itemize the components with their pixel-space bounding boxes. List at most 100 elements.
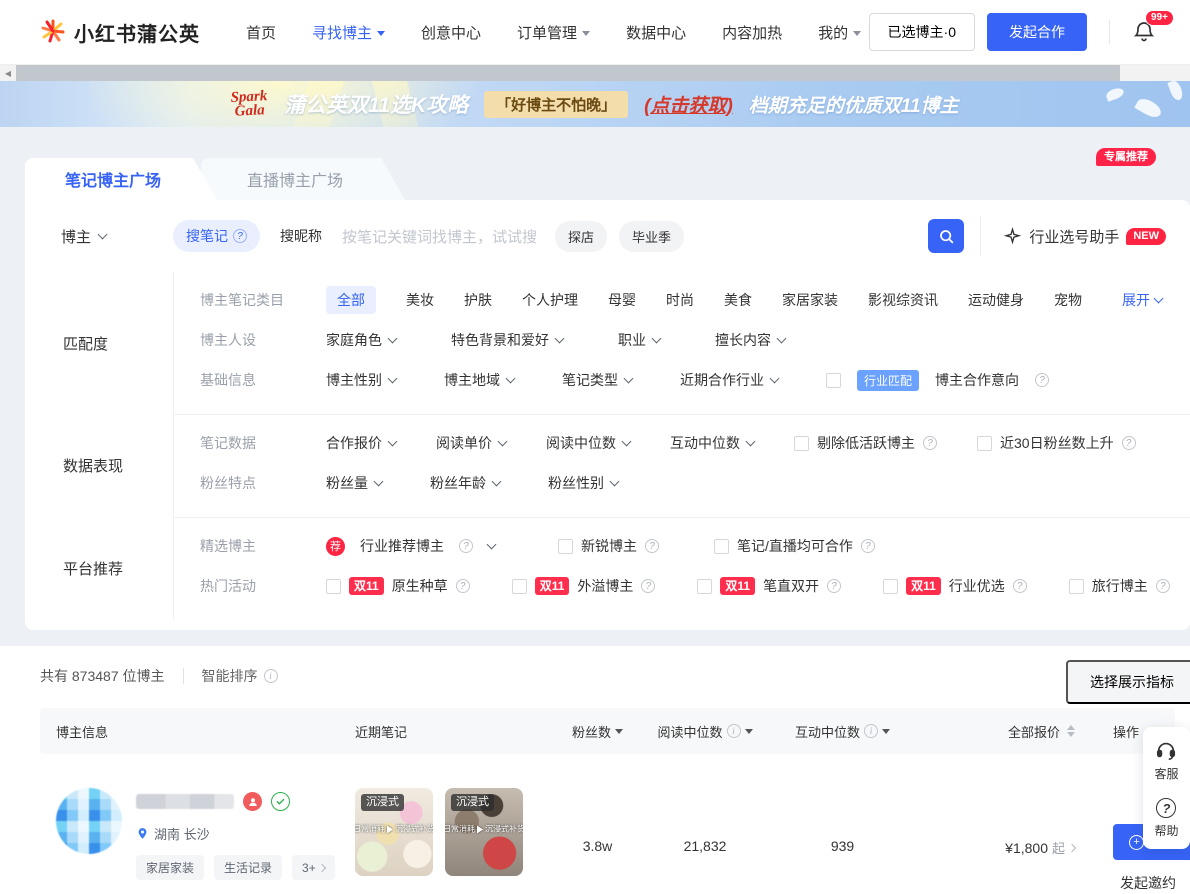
dropdown-fans-age[interactable]: 粉丝年龄 bbox=[430, 473, 500, 493]
question-circle-icon[interactable] bbox=[923, 436, 937, 450]
checkbox-remove-low-active[interactable]: 剔除低活跃博主 bbox=[794, 433, 937, 453]
search-scope-dropdown[interactable]: 博主 bbox=[61, 226, 173, 247]
dropdown-content-specialty[interactable]: 擅长内容 bbox=[715, 330, 785, 350]
column-read-median-sort[interactable]: 阅读中位数 bbox=[657, 722, 752, 741]
sort-down-icon[interactable] bbox=[745, 729, 753, 734]
checkbox-industry-match-intent[interactable]: 行业匹配 博主合作意向 bbox=[826, 370, 1057, 391]
question-circle-icon[interactable] bbox=[459, 539, 473, 553]
question-circle-icon[interactable] bbox=[1013, 579, 1027, 593]
question-circle-icon[interactable] bbox=[456, 579, 470, 593]
dropdown-fans-count[interactable]: 粉丝量 bbox=[326, 473, 382, 493]
question-circle-icon[interactable] bbox=[1122, 436, 1136, 450]
tab-note-blogger-plaza[interactable]: 笔记博主广场 bbox=[25, 158, 217, 200]
search-mode-note[interactable]: 搜笔记 bbox=[173, 220, 260, 252]
search-mode-nickname[interactable]: 搜昵称 bbox=[280, 226, 322, 246]
start-collaboration-button[interactable]: 发起合作 bbox=[987, 13, 1087, 51]
category-option[interactable]: 家居家装 bbox=[782, 290, 838, 310]
smart-sort-toggle[interactable]: 智能排序 bbox=[202, 666, 278, 686]
nav-item-data-center[interactable]: 数据中心 bbox=[626, 22, 686, 43]
help-button[interactable]: 帮助 bbox=[1154, 798, 1178, 839]
nav-item-mine[interactable]: 我的 bbox=[818, 22, 861, 43]
hot-search-tag[interactable]: 毕业季 bbox=[619, 221, 684, 252]
scrollbar-thumb[interactable] bbox=[16, 65, 1120, 81]
checkbox-new-sharp-blogger[interactable]: 新锐博主 bbox=[558, 536, 659, 556]
nav-item-creative-center[interactable]: 创意中心 bbox=[421, 22, 481, 43]
category-option[interactable]: 美食 bbox=[724, 290, 752, 310]
dropdown-industry-recommended[interactable]: 荐 行业推荐博主 bbox=[326, 536, 503, 556]
dropdown-family-role[interactable]: 家庭角色 bbox=[326, 330, 396, 350]
nav-item-home[interactable]: 首页 bbox=[246, 22, 276, 43]
question-circle-icon[interactable] bbox=[1035, 373, 1049, 387]
checkbox-box[interactable] bbox=[558, 539, 573, 554]
checkbox-fans-rising-30d[interactable]: 近30日粉丝数上升 bbox=[977, 433, 1136, 453]
blogger-tag[interactable]: 家居家装 bbox=[136, 855, 204, 880]
dropdown-note-type[interactable]: 笔记类型 bbox=[562, 370, 632, 390]
dropdown-interact-median[interactable]: 互动中位数 bbox=[670, 433, 754, 453]
tab-live-blogger-plaza[interactable]: 直播博主广场 bbox=[201, 158, 405, 200]
checkbox-box[interactable] bbox=[512, 579, 527, 594]
checkbox-d11-note-live-dual[interactable]: 双11 笔直双开 bbox=[697, 576, 841, 596]
select-display-metrics-button[interactable]: 选择展示指标 bbox=[1066, 660, 1190, 704]
column-interact-median-sort[interactable]: 互动中位数 bbox=[795, 722, 890, 741]
app-logo[interactable]: 小红书蒲公英 bbox=[40, 18, 200, 47]
price-value[interactable]: ¥1,800 起 bbox=[915, 838, 1075, 857]
question-circle-icon[interactable] bbox=[233, 229, 247, 243]
info-circle-icon[interactable] bbox=[727, 724, 741, 738]
dropdown-fans-gender[interactable]: 粉丝性别 bbox=[548, 473, 618, 493]
info-circle-icon[interactable] bbox=[264, 669, 278, 683]
sort-down-icon[interactable] bbox=[882, 729, 890, 734]
scrollbar-track[interactable] bbox=[16, 65, 1190, 81]
question-circle-icon[interactable] bbox=[861, 539, 875, 553]
search-input[interactable]: 按笔记关键词找博主，试试搜 bbox=[342, 226, 537, 247]
dropdown-background-hobby[interactable]: 特色背景和爱好 bbox=[451, 330, 563, 350]
dropdown-blogger-gender[interactable]: 博主性别 bbox=[326, 370, 396, 390]
nav-item-order-management[interactable]: 订单管理 bbox=[517, 22, 590, 43]
send-invite-link[interactable]: 发起邀约 bbox=[1113, 873, 1175, 893]
dropdown-recent-industry[interactable]: 近期合作行业 bbox=[680, 370, 778, 390]
nav-item-find-blogger[interactable]: 寻找博主 bbox=[312, 22, 385, 43]
sort-toggle-icon[interactable] bbox=[1067, 725, 1075, 737]
category-option[interactable]: 运动健身 bbox=[968, 290, 1024, 310]
blogger-tag[interactable]: 生活记录 bbox=[214, 855, 282, 880]
selected-bloggers-button[interactable]: 已选博主·0 bbox=[869, 13, 975, 51]
checkbox-box[interactable] bbox=[883, 579, 898, 594]
checkbox-box[interactable] bbox=[714, 539, 729, 554]
checkbox-note-live-both[interactable]: 笔记/直播均可合作 bbox=[714, 536, 875, 556]
category-option[interactable]: 时尚 bbox=[666, 290, 694, 310]
category-option[interactable]: 美妆 bbox=[406, 290, 434, 310]
hot-search-tag[interactable]: 探店 bbox=[555, 221, 607, 252]
note-thumbnail[interactable]: 沉浸式 日常消耗 沉浸式补货 bbox=[355, 788, 433, 876]
horizontal-scrollbar[interactable]: ◀ bbox=[0, 64, 1190, 81]
checkbox-box[interactable] bbox=[794, 436, 809, 451]
customer-service-button[interactable]: 客服 bbox=[1154, 739, 1178, 782]
notification-bell-icon[interactable]: 99+ bbox=[1132, 19, 1158, 45]
info-circle-icon[interactable] bbox=[864, 724, 878, 738]
question-circle-icon[interactable] bbox=[1156, 579, 1170, 593]
column-fans-sort[interactable]: 粉丝数 bbox=[572, 722, 623, 741]
question-circle-icon[interactable] bbox=[827, 579, 841, 593]
category-option[interactable]: 宠物 bbox=[1054, 290, 1082, 310]
checkbox-box[interactable] bbox=[326, 579, 341, 594]
category-option-all[interactable]: 全部 bbox=[326, 286, 376, 314]
sort-down-icon[interactable] bbox=[615, 729, 623, 734]
checkbox-box[interactable] bbox=[1069, 579, 1084, 594]
dropdown-occupation[interactable]: 职业 bbox=[618, 330, 660, 350]
checkbox-travel-blogger[interactable]: 旅行博主 bbox=[1069, 576, 1170, 596]
dropdown-read-unit-price[interactable]: 阅读单价 bbox=[436, 433, 506, 453]
dropdown-blogger-region[interactable]: 博主地域 bbox=[444, 370, 514, 390]
checkbox-box[interactable] bbox=[977, 436, 992, 451]
checkbox-box[interactable] bbox=[826, 373, 841, 388]
blogger-avatar-blurred[interactable] bbox=[56, 788, 122, 854]
search-button[interactable] bbox=[928, 219, 964, 253]
expand-categories-toggle[interactable]: 展开 bbox=[1122, 290, 1162, 310]
dropdown-read-median[interactable]: 阅读中位数 bbox=[546, 433, 630, 453]
checkbox-box[interactable] bbox=[697, 579, 712, 594]
promo-banner[interactable]: Spark Gala 蒲公英双11选K攻略 「好博主不怕晚」 (点击获取) 档期… bbox=[0, 81, 1190, 127]
checkbox-d11-industry-select[interactable]: 双11 行业优选 bbox=[883, 576, 1027, 596]
question-circle-icon[interactable] bbox=[641, 579, 655, 593]
scrollbar-left-arrow-icon[interactable]: ◀ bbox=[0, 65, 16, 81]
dropdown-collab-price[interactable]: 合作报价 bbox=[326, 433, 396, 453]
blurred-username[interactable] bbox=[136, 794, 234, 809]
checkbox-d11-native-seeding[interactable]: 双11 原生种草 bbox=[326, 576, 470, 596]
industry-picker-assistant[interactable]: 行业选号助手 NEW bbox=[981, 226, 1166, 247]
